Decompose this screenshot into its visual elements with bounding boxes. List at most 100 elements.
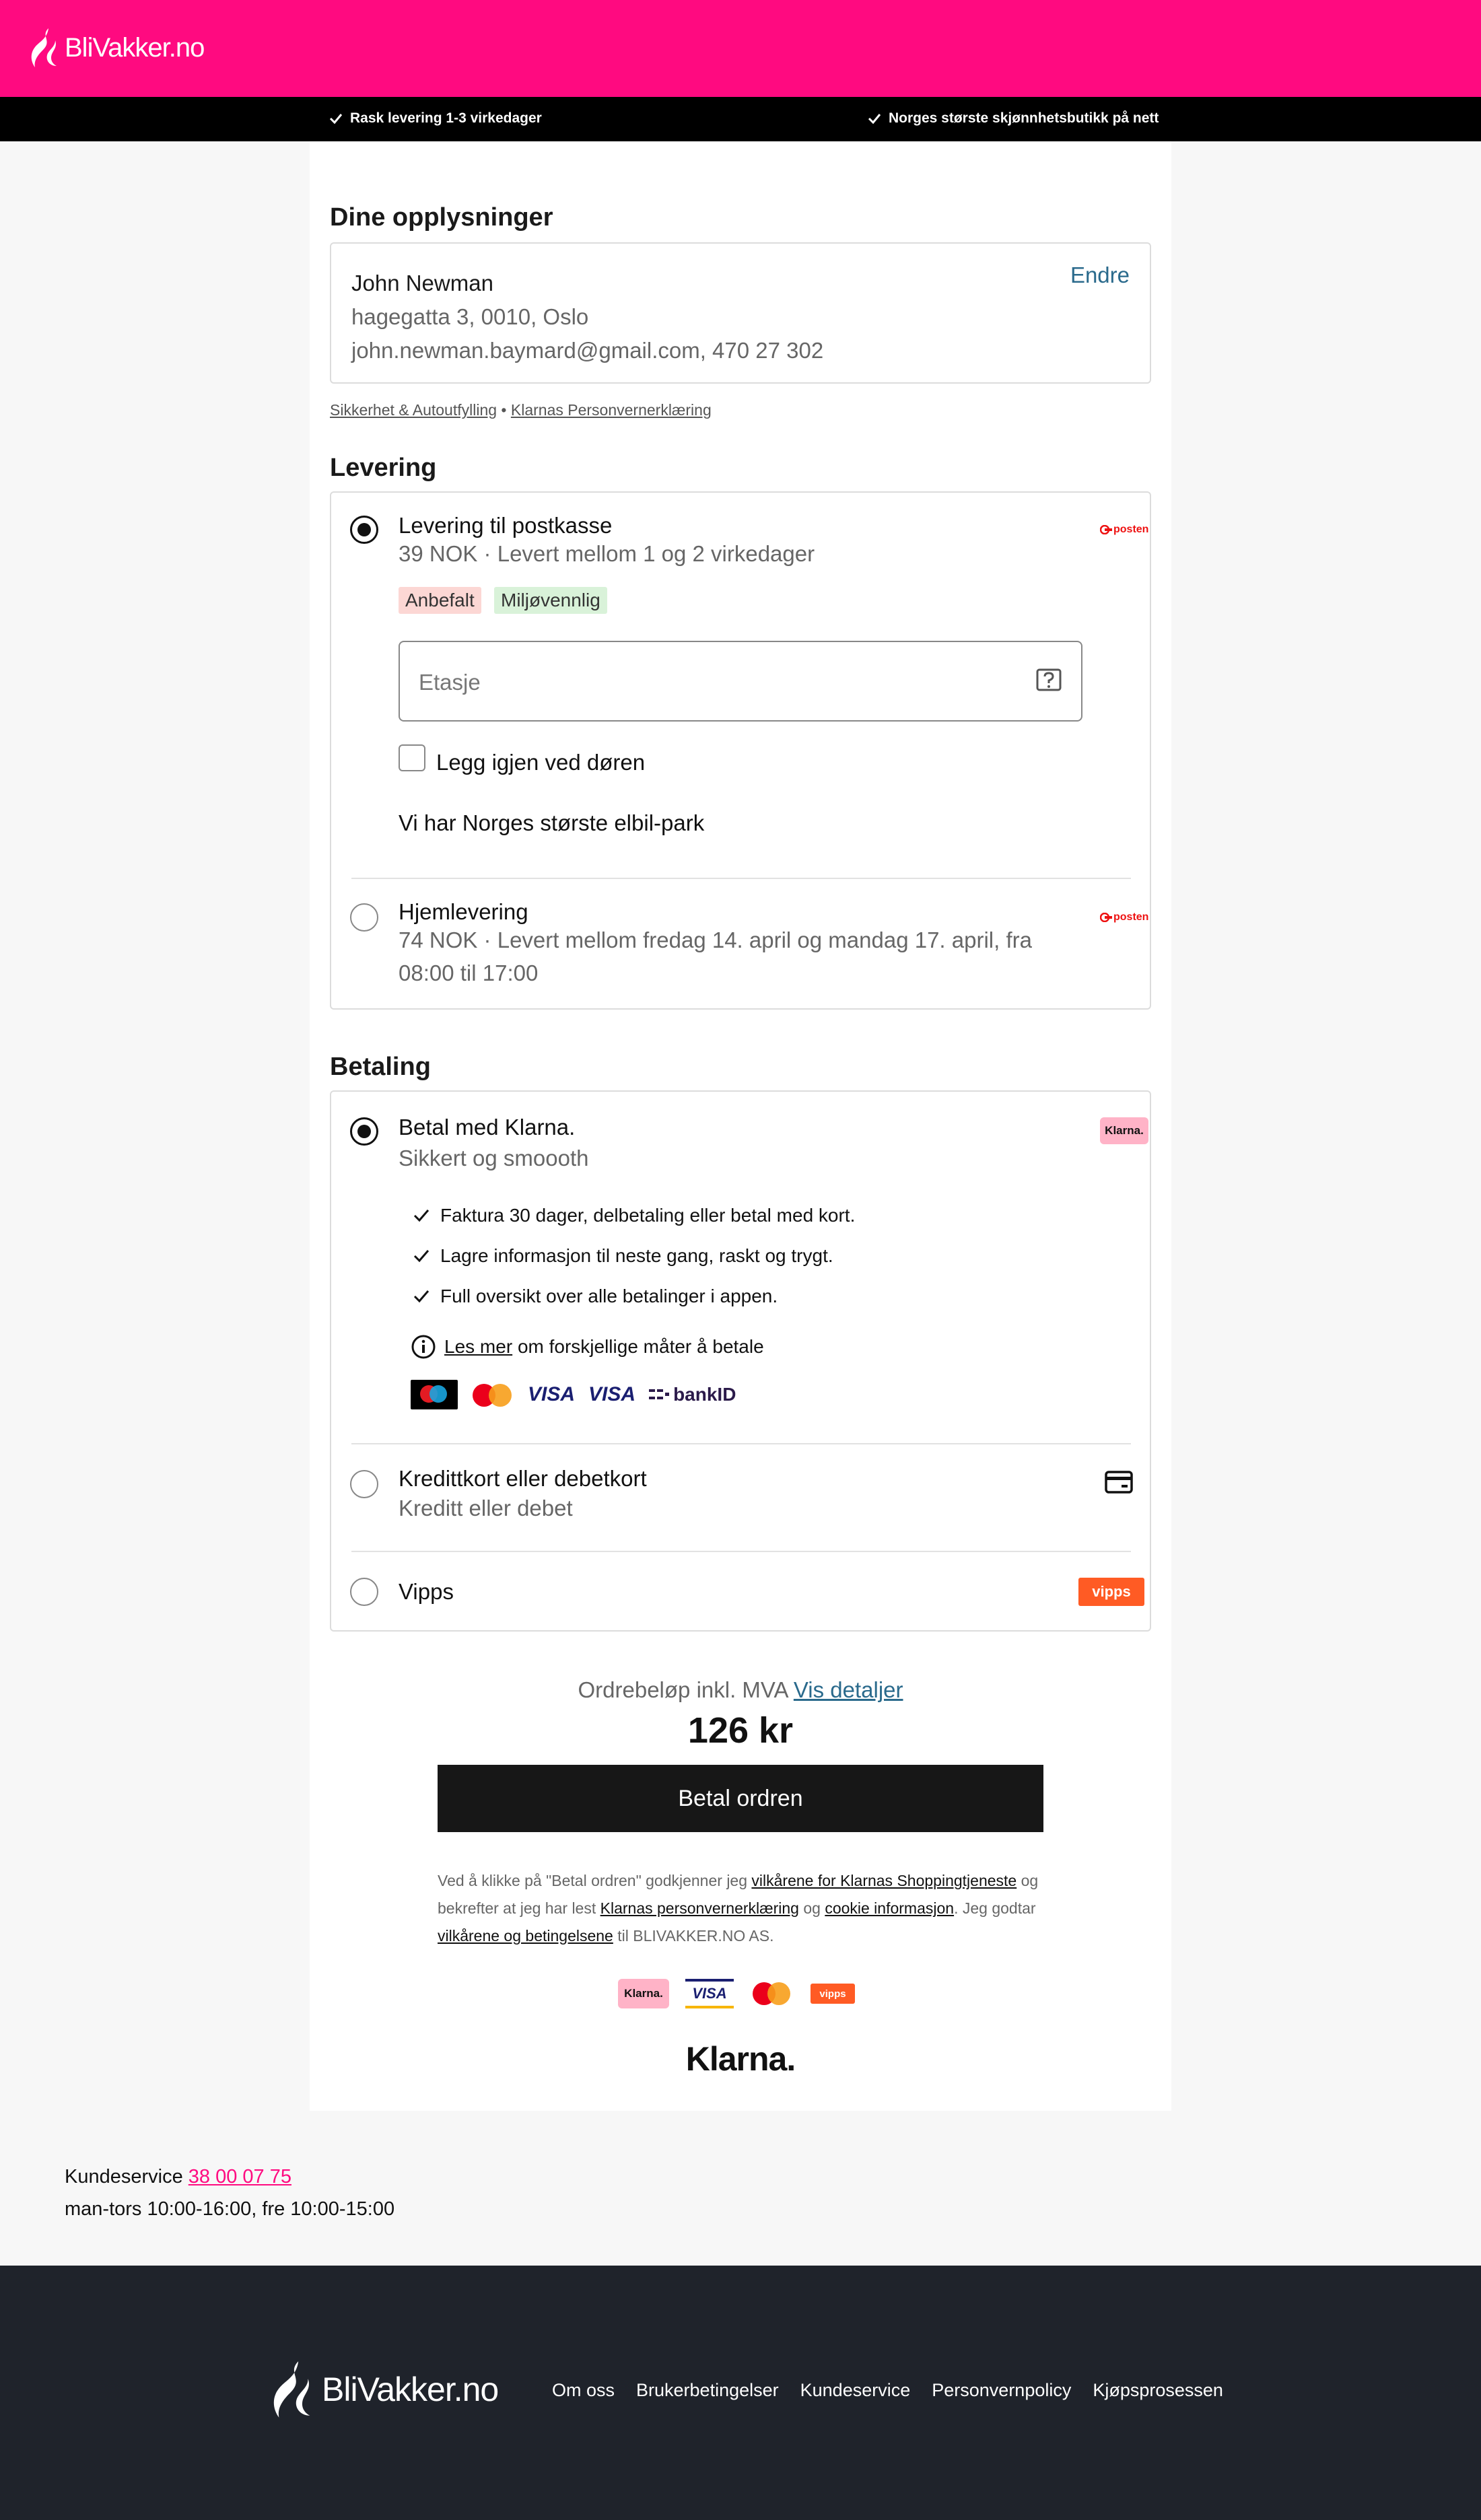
delivery-section-title: Levering xyxy=(330,454,437,482)
klarna-shopping-terms-link[interactable]: vilkårene for Klarnas Shoppingtjeneste xyxy=(751,1872,1017,1889)
site-header: BliVakker.no xyxy=(0,0,1481,97)
klarna-feature: Faktura 30 dager, delbetaling eller beta… xyxy=(412,1205,855,1226)
order-total: 126 kr xyxy=(687,1710,794,1751)
floor-field[interactable] xyxy=(399,641,1082,722)
delivery-radio-home[interactable] xyxy=(350,903,378,932)
delivery-radio-postbox[interactable] xyxy=(350,516,378,544)
delivery-options-card: Levering til postkasse 39 NOK · Levert m… xyxy=(330,491,1151,1010)
payment-option-subtitle: Kreditt eller debet xyxy=(399,1496,573,1520)
site-logo[interactable]: BliVakker.no xyxy=(28,27,205,69)
customer-service-phone-link[interactable]: 38 00 07 75 xyxy=(188,2166,291,2188)
info-links: Sikkerhet & Autoutfylling • Klarnas Pers… xyxy=(330,401,712,419)
mastercard-logo xyxy=(750,1979,794,2008)
klarna-payment-methods: VISA VISA bankID xyxy=(411,1380,736,1409)
option-divider xyxy=(351,1443,1131,1444)
badge-eco-friendly: Miljøvennlig xyxy=(494,587,607,614)
footer-link-terms[interactable]: Brukerbetingelser xyxy=(636,2380,779,2401)
check-icon xyxy=(413,1250,429,1263)
info-section-title: Dine opplysninger xyxy=(330,203,553,232)
visa-debit-logo: VISA xyxy=(588,1383,636,1405)
delivery-option-title: Hjemlevering xyxy=(399,899,528,924)
customer-address: hagegatta 3, 0010, Oslo xyxy=(351,304,589,329)
klarna-logo: Klarna. xyxy=(618,1979,669,2008)
vipps-logo: vipps xyxy=(1078,1578,1144,1606)
klarna-wordmark: Klarna. xyxy=(685,2040,796,2078)
posten-horn-icon xyxy=(1100,913,1112,922)
credit-card-icon xyxy=(1105,1471,1133,1494)
read-more-link[interactable]: Les mer xyxy=(444,1336,512,1357)
link-separator: • xyxy=(501,401,507,419)
floor-input[interactable] xyxy=(419,664,1011,701)
payment-option-subtitle: Sikkert og smoooth xyxy=(399,1146,589,1170)
klarna-feature: Full oversikt over alle betalinger i app… xyxy=(412,1286,778,1307)
payment-radio-vipps[interactable] xyxy=(350,1578,378,1606)
visa-logo: VISA xyxy=(685,1979,734,2008)
option-divider xyxy=(351,878,1131,879)
customer-name: John Newman xyxy=(351,271,493,295)
edit-info-link[interactable]: Endre xyxy=(1070,262,1130,288)
visa-logo: VISA xyxy=(528,1383,576,1405)
terms-conditions-link[interactable]: vilkårene og betingelsene xyxy=(438,1927,613,1945)
payment-radio-klarna[interactable] xyxy=(350,1117,378,1146)
delivery-option-subtitle: 39 NOK · Levert mellom 1 og 2 virkedager xyxy=(399,541,815,566)
security-autofill-link[interactable]: Sikkerhet & Autoutfylling xyxy=(330,401,497,419)
logo-text: BliVakker.no xyxy=(65,32,205,63)
klarna-privacy-policy-link[interactable]: Klarnas personvernerklæring xyxy=(600,1899,799,1917)
customer-info-card: John Newman hagegatta 3, 0010, Oslo john… xyxy=(330,242,1151,384)
show-details-link[interactable]: Vis detaljer xyxy=(794,1677,903,1702)
usp-text: Rask levering 1-3 virkedager xyxy=(350,110,542,126)
payment-option-title: Vipps xyxy=(399,1579,454,1604)
usp-item: Rask levering 1-3 virkedager xyxy=(329,110,542,127)
leave-at-door-label: Legg igjen ved døren xyxy=(436,750,646,775)
footer-logo-text: BliVakker.no xyxy=(322,2371,499,2408)
footer-link-customer-service[interactable]: Kundeservice xyxy=(800,2380,911,2401)
flame-icon xyxy=(31,28,57,67)
klarna-feature: Lagre informasjon til neste gang, raskt … xyxy=(412,1245,833,1267)
site-footer: BliVakker.no Om oss Brukerbetingelser Ku… xyxy=(0,2266,1481,2520)
posten-logo: posten xyxy=(1100,524,1148,536)
klarna-privacy-link[interactable]: Klarnas Personvernerklæring xyxy=(511,401,712,419)
checkout-panel: Dine opplysninger John Newman hagegatta … xyxy=(310,141,1171,2111)
klarna-logo: Klarna. xyxy=(1100,1117,1148,1144)
customer-service: Kundeservice 38 00 07 75 man-tors 10:00-… xyxy=(65,2161,394,2225)
usp-bar: Rask levering 1-3 virkedager Norges stør… xyxy=(0,97,1481,141)
posten-logo: posten xyxy=(1100,911,1148,923)
mastercard-logo xyxy=(471,1381,514,1408)
payment-options-card: Betal med Klarna. Sikkert og smoooth Kla… xyxy=(330,1090,1151,1632)
payment-logos-row: Klarna. VISA vipps xyxy=(618,1979,855,2008)
usp-text: Norges største skjønnhetsbutikk på nett xyxy=(889,110,1159,126)
check-icon xyxy=(868,114,881,125)
terms-text: Ved å klikke på "Betal ordren" godkjenne… xyxy=(438,1872,1039,1945)
footer-link-privacy[interactable]: Personvernpolicy xyxy=(932,2380,1071,2401)
check-icon xyxy=(413,1290,429,1303)
payment-option-title: Kredittkort eller debetkort xyxy=(399,1466,647,1491)
payment-radio-card[interactable] xyxy=(350,1470,378,1498)
pay-order-button[interactable]: Betal ordren xyxy=(438,1765,1043,1832)
posten-horn-icon xyxy=(1100,525,1112,534)
customer-contact: john.newman.baymard@gmail.com, 470 27 30… xyxy=(351,338,824,363)
usp-item: Norges største skjønnhetsbutikk på nett xyxy=(867,110,1159,127)
help-icon[interactable] xyxy=(1035,668,1062,696)
footer-link-purchase-process[interactable]: Kjøpsprosessen xyxy=(1093,2380,1223,2401)
payment-section-title: Betaling xyxy=(330,1053,431,1081)
info-icon xyxy=(411,1335,436,1359)
option-divider xyxy=(351,1551,1131,1552)
read-more-text: om forskjellige måter å betale xyxy=(517,1336,764,1357)
cookie-info-link[interactable]: cookie informasjon xyxy=(825,1899,954,1917)
payment-option-title: Betal med Klarna. xyxy=(399,1115,576,1140)
footer-link-about[interactable]: Om oss xyxy=(552,2380,615,2401)
read-more-row: Les mer om forskjellige måter å betale xyxy=(411,1334,764,1360)
bankid-icon xyxy=(649,1389,670,1399)
opening-hours: man-tors 10:00-16:00, fre 10:00-15:00 xyxy=(65,2198,395,2220)
leave-at-door-checkbox[interactable] xyxy=(399,744,425,771)
bankid-logo: bankID xyxy=(649,1384,736,1405)
flame-icon xyxy=(273,2361,310,2418)
delivery-option-title: Levering til postkasse xyxy=(399,513,613,538)
ev-park-text: Vi har Norges største elbil-park xyxy=(399,810,705,835)
footer-logo[interactable]: BliVakker.no xyxy=(269,2358,499,2420)
delivery-option-subtitle: 74 NOK · Levert mellom fredag 14. april … xyxy=(399,928,1032,985)
check-icon xyxy=(329,114,343,125)
vipps-logo: vipps xyxy=(811,1984,855,2004)
order-amount-label: Ordrebeløp inkl. MVA Vis detaljer xyxy=(578,1677,903,1702)
check-icon xyxy=(413,1210,429,1222)
